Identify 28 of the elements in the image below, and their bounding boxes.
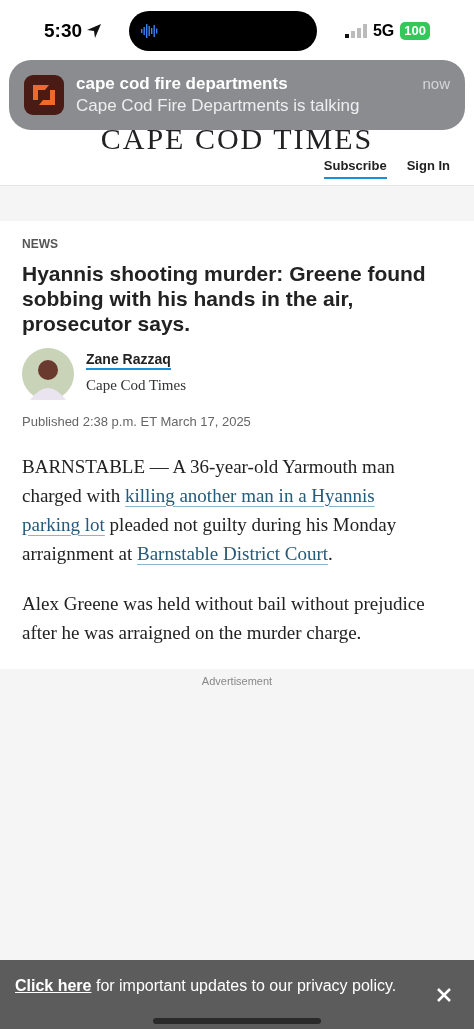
article-paragraph: Alex Greene was held without bail without prejudice after he was arraigned on the murder charge.: [22, 591, 426, 645]
app-icon: [24, 75, 64, 115]
close-icon: [437, 988, 451, 1002]
privacy-message: Click here for important updates to our privacy policy.: [15, 976, 398, 996]
article-headline: Hyannis shooting murder: Greene found sobbing with his hands in the air, prosecutor says.: [22, 261, 427, 336]
sound-wave-icon: [141, 23, 160, 39]
author-outlet: Cape Cod Times: [86, 376, 187, 396]
section-label: NEWS: [22, 236, 59, 253]
signal-icon: [344, 24, 367, 38]
article-link[interactable]: parking lot: [22, 513, 105, 535]
publish-date: Published 2:38 p.m. ET March 17, 2025: [22, 413, 252, 431]
close-button[interactable]: [437, 988, 451, 1002]
author-avatar: [22, 348, 74, 400]
header-link[interactable]: Sign In: [406, 155, 450, 179]
notification-message: Cape Cod Fire Departments is talking: [76, 95, 361, 117]
author-name[interactable]: Zane Razzaq: [86, 351, 171, 371]
status-time: 5:30: [44, 18, 83, 43]
article-paragraph: BARNSTABLE — A 36-year-old Yarmouth man charged with killing another man in a Hyannis parking lot pleaded not guilty during his Monday arraignment at Barnstable District Court.: [22, 454, 398, 566]
advertisement-label: Advertisement: [201, 673, 273, 689]
article-link[interactable]: Barnstable District Court: [137, 542, 329, 564]
article-link[interactable]: killing another man in a Hyannis: [125, 484, 375, 506]
notification-title: cape cod fire departments: [76, 73, 289, 95]
location-arrow-icon: [86, 23, 103, 39]
battery-indicator: 100: [400, 22, 430, 40]
notification-time: now: [422, 74, 450, 94]
header-link[interactable]: Subscribe: [323, 155, 387, 179]
privacy-link[interactable]: Click here: [15, 977, 92, 994]
network-label: 5G: [372, 21, 395, 41]
